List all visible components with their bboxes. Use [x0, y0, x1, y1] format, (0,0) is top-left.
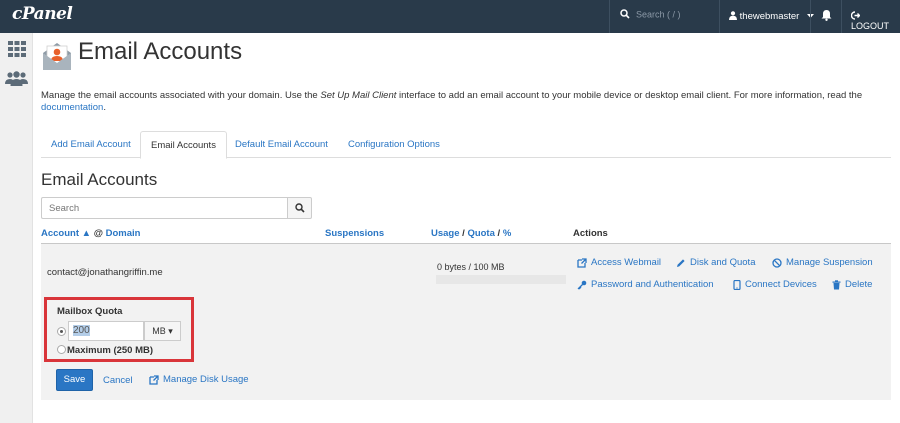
section-heading: Email Accounts — [41, 170, 158, 189]
documentation-link[interactable]: documentation — [41, 102, 103, 113]
password-and-authentication-label: Password and Authentication — [591, 279, 714, 290]
delete-label: Delete — [845, 279, 873, 290]
pencil-icon — [677, 258, 685, 267]
custom-quota-radio[interactable] — [57, 327, 66, 336]
usage-text: 0 bytes / 100 MB — [437, 262, 505, 272]
left-sidebar — [0, 33, 33, 423]
bell-icon[interactable] — [821, 9, 832, 24]
sort-ascending-icon: ▲ — [81, 228, 92, 239]
key-icon — [577, 280, 587, 289]
user-icon — [729, 11, 737, 20]
intro-text: . — [103, 102, 106, 113]
tab-email-accounts[interactable]: Email Accounts — [140, 131, 227, 159]
email-address: contact@jonathangriffin.me — [47, 267, 163, 278]
delete-link[interactable]: Delete — [832, 279, 872, 290]
logout-icon — [850, 11, 861, 20]
save-button[interactable]: Save — [56, 369, 93, 391]
access-webmail-link[interactable]: Access Webmail — [577, 257, 661, 268]
navbar-divider — [719, 0, 720, 33]
sort-quota-link[interactable]: Quota — [467, 228, 494, 239]
external-link-icon — [577, 257, 587, 268]
page-title: Email Accounts — [78, 38, 243, 65]
maximum-quota-radio[interactable] — [57, 345, 66, 354]
caret-down-icon: ▾ — [168, 326, 173, 336]
access-webmail-label: Access Webmail — [591, 257, 662, 268]
username-label: thewebmaster — [739, 11, 800, 22]
mailbox-quota-label: Mailbox Quota — [57, 306, 123, 317]
disk-and-quota-label: Disk and Quota — [690, 257, 756, 268]
search-icon — [294, 203, 305, 213]
manage-disk-usage-label: Manage Disk Usage — [163, 374, 249, 385]
mobile-device-icon — [733, 279, 741, 290]
search-icon — [620, 9, 630, 21]
column-header-suspensions[interactable]: Suspensions — [325, 228, 384, 239]
sort-domain-link[interactable]: Domain — [106, 228, 141, 239]
trash-icon — [832, 279, 841, 289]
maximum-quota-label: Maximum (250 MB) — [67, 345, 154, 356]
column-header-account: Account ▲ @ Domain — [41, 228, 140, 239]
sort-percent-link[interactable]: % — [503, 228, 511, 239]
disk-and-quota-link[interactable]: Disk and Quota — [676, 257, 755, 268]
manage-suspension-link[interactable]: Manage Suspension — [772, 257, 873, 268]
connect-devices-link[interactable]: Connect Devices — [733, 279, 817, 290]
at-separator: @ — [93, 228, 103, 239]
logout-label: LOGOUT — [851, 21, 890, 31]
navbar-divider — [810, 0, 811, 33]
sort-account-link[interactable]: Account — [41, 228, 79, 239]
user-menu[interactable]: thewebmaster — [729, 11, 814, 22]
slash-separator: / — [497, 228, 501, 239]
ban-icon — [772, 257, 782, 268]
navbar-divider — [841, 0, 842, 33]
tab-add-email-account[interactable]: Add Email Account — [41, 131, 141, 158]
column-header-usage-quota: Usage / Quota / % — [431, 228, 511, 239]
usage-progress-bar — [436, 275, 566, 284]
global-search-placeholder: Search ( / ) — [636, 9, 681, 20]
logout-button[interactable]: LOGOUT — [850, 11, 900, 31]
global-search[interactable]: Search ( / ) — [620, 9, 681, 21]
intro-text: interface to add an email account to you… — [396, 90, 863, 101]
cancel-link[interactable]: Cancel — [103, 375, 133, 386]
intro-text: Manage the email accounts associated wit… — [41, 90, 321, 101]
external-link-icon — [149, 374, 159, 385]
top-navbar: cPanel Search ( / ) thewebmaster LOGOUT — [0, 0, 900, 33]
tab-configuration-options[interactable]: Configuration Options — [338, 131, 450, 158]
intro-emphasis: Set Up Mail Client — [320, 90, 397, 101]
connect-devices-label: Connect Devices — [745, 279, 817, 290]
page-description: Manage the email accounts associated wit… — [41, 90, 881, 114]
manage-disk-usage-link[interactable]: Manage Disk Usage — [149, 374, 249, 385]
email-envelope-icon — [41, 41, 73, 74]
cpanel-logo[interactable]: cPanel — [12, 4, 73, 24]
grid-apps-icon[interactable] — [8, 41, 26, 60]
sort-usage-link[interactable]: Usage — [431, 228, 460, 239]
tab-default-email-account[interactable]: Default Email Account — [225, 131, 338, 158]
quota-value-input[interactable]: 200 — [68, 321, 144, 341]
users-icon[interactable] — [5, 71, 28, 89]
search-input[interactable] — [41, 197, 287, 219]
password-and-authentication-link[interactable]: Password and Authentication — [577, 279, 714, 290]
quota-value-text: 200 — [73, 325, 90, 336]
quota-unit-dropdown[interactable]: MB ▾ — [144, 321, 181, 341]
search-button[interactable] — [287, 197, 312, 219]
tab-bar: Add Email Account Email Accounts Default… — [41, 131, 891, 159]
quota-unit-label: MB — [152, 326, 166, 336]
navbar-divider — [609, 0, 610, 33]
manage-suspension-label: Manage Suspension — [786, 257, 873, 268]
slash-separator: / — [462, 228, 465, 239]
column-header-actions: Actions — [573, 228, 608, 239]
